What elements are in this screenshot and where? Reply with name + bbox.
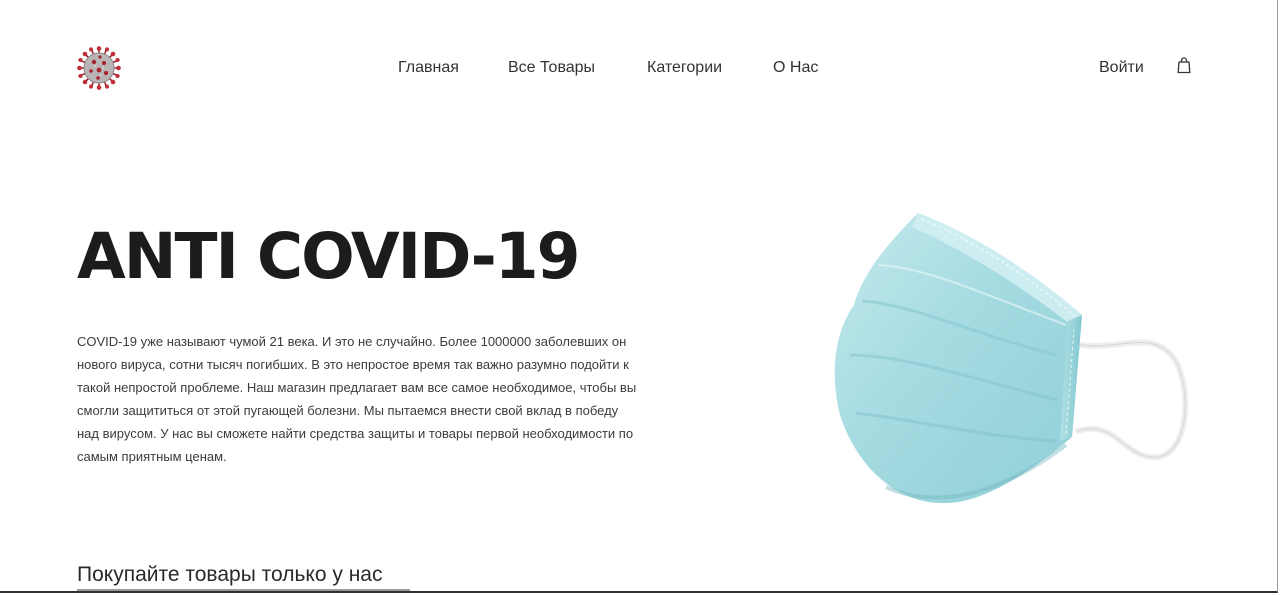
nav-link-all-products[interactable]: Все Товары: [508, 58, 595, 78]
section-heading: Покупайте товары только у нас: [77, 563, 383, 586]
hero-title: ANTI COVID-19: [77, 220, 580, 293]
hero-description: COVID-19 уже называют чумой 21 века. И э…: [77, 334, 637, 464]
nav-link-home[interactable]: Главная: [398, 58, 459, 78]
section-heading-underline: [77, 589, 410, 591]
nav-link-categories[interactable]: Категории: [647, 58, 722, 78]
main-nav: Главная Все Товары Категории О Нас Войти: [0, 58, 1278, 78]
login-link[interactable]: Войти: [1099, 58, 1144, 78]
page: Главная Все Товары Категории О Нас Войти…: [0, 0, 1278, 593]
nav-link-about[interactable]: О Нас: [773, 58, 818, 78]
medical-mask-image: [834, 213, 1189, 504]
shopping-bag-icon[interactable]: [1177, 57, 1191, 74]
